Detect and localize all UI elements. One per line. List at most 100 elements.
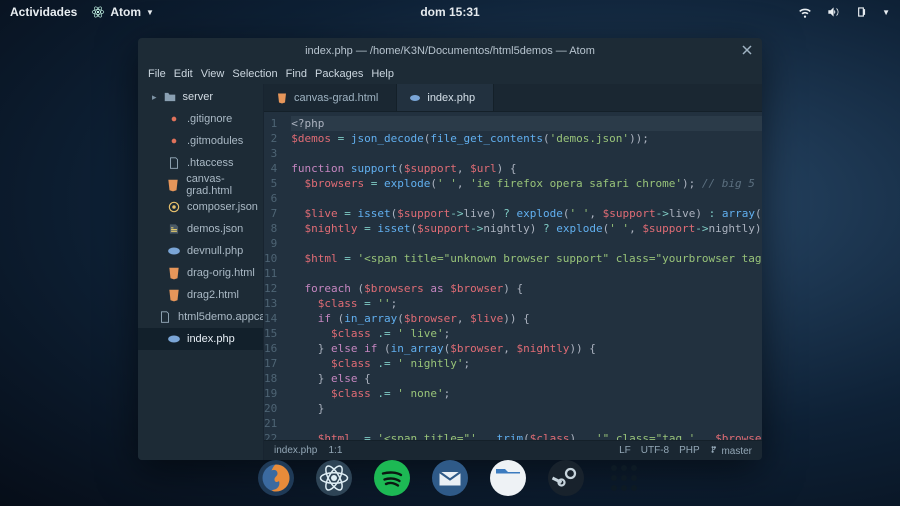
dock [236,454,664,502]
dock-steam[interactable] [548,460,584,496]
atom-window: index.php — /home/K3N/Documentos/html5de… [138,38,762,460]
comp-icon [167,200,181,214]
file-icon [158,310,172,324]
dock-firefox[interactable] [258,460,294,496]
menu-edit[interactable]: Edit [174,68,193,80]
tree-root-label: server [183,91,214,103]
html-icon [276,92,288,104]
window-title: index.php — /home/K3N/Documentos/html5de… [305,45,595,57]
activities-button[interactable]: Actividades [10,5,77,19]
code-line[interactable] [291,191,762,206]
tree-root[interactable]: ▸ server [138,86,263,108]
tree-item-label: html5demo.appca [178,311,264,323]
close-icon[interactable] [741,44,753,56]
dock-mail[interactable] [432,460,468,496]
tree-item[interactable]: drag-orig.html [138,262,263,284]
tree-item-label: drag-orig.html [187,267,255,279]
php-icon [167,332,181,346]
tree-item-label: demos.json [187,223,243,235]
code-line[interactable]: $html .= '<span title="' . trim($class) … [291,431,762,440]
tree-item[interactable]: demos.json [138,218,263,240]
code-lines[interactable]: <?php$demos = json_decode(file_get_conte… [285,112,762,440]
tree-item-label: .htaccess [187,157,233,169]
dock-atom[interactable] [316,460,352,496]
status-lang[interactable]: PHP [679,445,700,457]
menu-help[interactable]: Help [371,68,394,80]
json-icon [167,222,181,236]
chevron-down-icon: ▼ [146,8,154,17]
editor-pane: canvas-grad.html index.php 12345678910111… [264,84,762,460]
code-line[interactable]: $live = isset($support->live) ? explode(… [291,206,762,221]
code-line[interactable]: $class .= ' none'; [291,386,762,401]
tree-item[interactable]: .gitignore [138,108,263,130]
topbar-app[interactable]: Atom ▼ [91,5,154,19]
code-line[interactable]: } [291,401,762,416]
code-line[interactable] [291,146,762,161]
code-line[interactable]: $class .= ' nightly'; [291,356,762,371]
tree-item[interactable]: canvas-grad.html [138,174,263,196]
file-tree[interactable]: ▸ server .gitignore .gitmodules .htaccess c… [138,84,264,460]
tree-item[interactable]: html5demo.appca [138,306,263,328]
code-line[interactable] [291,266,762,281]
code-line[interactable]: <?php [291,116,762,131]
code-line[interactable]: $browsers = explode(' ', 'ie firefox ope… [291,176,762,191]
menu-packages[interactable]: Packages [315,68,363,80]
html-icon [167,266,181,280]
html-icon [166,178,180,192]
tab-bar: canvas-grad.html index.php [264,84,762,112]
code-line[interactable] [291,236,762,251]
tree-item-label: .gitmodules [187,135,243,147]
atom-icon [91,5,105,19]
tree-item-label: devnull.php [187,245,243,257]
window-titlebar[interactable]: index.php — /home/K3N/Documentos/html5de… [138,38,762,64]
tab-label: canvas-grad.html [294,92,378,104]
tree-item-label: drag2.html [187,289,239,301]
menu-view[interactable]: View [201,68,225,80]
code-editor[interactable]: 12345678910111213141516171819202122 <?ph… [264,112,762,440]
git-icon [167,112,181,126]
battery-icon[interactable] [854,5,868,19]
code-line[interactable]: function support($support, $url) { [291,161,762,176]
tree-item[interactable]: devnull.php [138,240,263,262]
tree-item[interactable]: composer.json [138,196,263,218]
tab[interactable]: canvas-grad.html [264,84,397,111]
gnome-topbar: Actividades Atom ▼ dom 15:31 ▼ [0,0,900,24]
menu-file[interactable]: File [148,68,166,80]
tab[interactable]: index.php [397,84,494,111]
folder-icon [163,90,177,104]
code-line[interactable]: $nightly = isset($support->nightly) ? ex… [291,221,762,236]
dock-apps[interactable] [606,460,642,496]
dock-files[interactable] [490,460,526,496]
volume-icon[interactable] [826,5,840,19]
php-icon [409,92,421,104]
tree-item[interactable]: .htaccess [138,152,263,174]
code-line[interactable] [291,416,762,431]
code-line[interactable]: $class .= ' live'; [291,326,762,341]
code-line[interactable]: $class = ''; [291,296,762,311]
code-line[interactable]: if (in_array($browser, $live)) { [291,311,762,326]
menu-selection[interactable]: Selection [232,68,277,80]
tree-item-label: composer.json [187,201,258,213]
html-icon [167,288,181,302]
code-line[interactable]: } else if (in_array($browser, $nightly))… [291,341,762,356]
tree-item-label: .gitignore [187,113,232,125]
tree-item-label: index.php [187,333,235,345]
code-line[interactable]: $demos = json_decode(file_get_contents('… [291,131,762,146]
code-line[interactable]: foreach ($browsers as $browser) { [291,281,762,296]
wifi-icon[interactable] [798,5,812,19]
dock-spotify[interactable] [374,460,410,496]
code-line[interactable]: } else { [291,371,762,386]
php-icon [167,244,181,258]
status-branch[interactable]: master [710,445,752,457]
menu-find[interactable]: Find [286,68,307,80]
chevron-down-icon[interactable]: ▼ [882,8,890,17]
code-line[interactable]: $html = '<span title="unknown browser su… [291,251,762,266]
tree-item[interactable]: index.php [138,328,263,350]
tree-item[interactable]: drag2.html [138,284,263,306]
menubar: File Edit View Selection Find Packages Help [138,64,762,84]
tree-item[interactable]: .gitmodules [138,130,263,152]
topbar-app-name: Atom [110,5,141,19]
tree-item-label: canvas-grad.html [186,173,263,197]
txt-icon [167,156,181,170]
topbar-clock[interactable]: dom 15:31 [420,5,479,19]
